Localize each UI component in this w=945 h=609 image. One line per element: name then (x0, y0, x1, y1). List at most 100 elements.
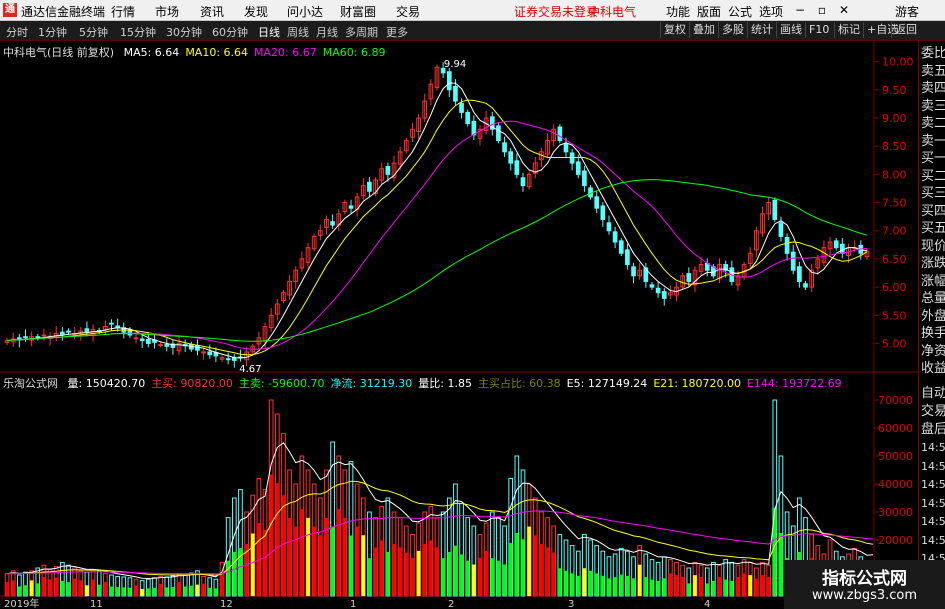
volume-tick-label: 20000 (878, 534, 913, 547)
period-15min[interactable]: 15分钟 (120, 24, 156, 40)
volume-e21-line (7, 480, 874, 576)
volume-tick-label: 40000 (878, 478, 913, 491)
price-tick-label: 9.50 (882, 84, 907, 97)
candle-body (84, 328, 90, 333)
period-5min[interactable]: 5分钟 (79, 24, 108, 40)
period-60min[interactable]: 60分钟 (212, 24, 248, 40)
volume-bar (779, 533, 783, 596)
btn-adjust[interactable]: 复权 (660, 22, 689, 38)
close-icon[interactable]: ✕ (834, 1, 854, 19)
volume-bar (478, 557, 482, 596)
btn-mark[interactable]: 标记 (834, 22, 863, 38)
time-tick-label: 1 (350, 599, 356, 609)
btn-draw[interactable]: 画线 (776, 22, 805, 38)
volume-bar (588, 570, 593, 596)
volume-bar (754, 578, 759, 596)
menu-wealth[interactable]: 财富圈 (340, 3, 376, 20)
volume-bar (48, 579, 52, 596)
menu-formula[interactable]: 公式 (728, 3, 752, 20)
candle-body (625, 249, 630, 266)
quote-field-label: 卖三 (921, 98, 945, 114)
candle-body (109, 322, 114, 325)
volume-bar (140, 589, 145, 596)
candle-body (606, 222, 612, 232)
volume-bar (521, 539, 525, 596)
app-title: 通达信金融终端 (21, 5, 106, 19)
volume-bar (742, 573, 746, 596)
period-multi[interactable]: 多周期 (345, 24, 378, 40)
volume-bar (134, 585, 138, 596)
volume-bar (484, 550, 488, 596)
candle-body (840, 243, 845, 254)
period-intraday[interactable]: 分时 (6, 24, 28, 40)
menu-news[interactable]: 资讯 (200, 3, 224, 20)
btn-overlay[interactable]: 叠加 (689, 22, 718, 38)
trade-login-notice[interactable]: 证券交易未登录 (514, 3, 598, 20)
menu-market[interactable]: 市场 (155, 3, 179, 20)
menu-function[interactable]: 功能 (666, 3, 690, 20)
volume-bar (373, 547, 378, 596)
candle-body (471, 120, 477, 136)
trade-time: 14:56 (921, 478, 945, 491)
volume-bar (269, 474, 274, 596)
time-tick-label: 4 (704, 599, 710, 609)
candle-body (207, 351, 213, 356)
period-monthly[interactable]: 月线 (316, 24, 338, 40)
menu-trade[interactable]: 交易 (396, 3, 420, 20)
volume-bar (232, 551, 237, 596)
candle-body (225, 358, 231, 361)
menu-discover[interactable]: 发现 (244, 3, 268, 20)
panel-tab-label[interactable]: 盘后 (921, 421, 945, 439)
ma5-line (7, 82, 867, 359)
volume-bar (607, 578, 611, 596)
user-guest[interactable]: 游客 (895, 3, 919, 20)
volume-e5-line (7, 442, 874, 580)
candle-body (563, 143, 569, 153)
trade-time: 14:56 (921, 515, 945, 528)
quote-field-label: 总量 (921, 291, 945, 306)
menu-quotes[interactable]: 行情 (111, 3, 135, 20)
candle-body (23, 336, 28, 339)
btn-multi-stock[interactable]: 多股 (718, 22, 747, 38)
volume-bar (465, 560, 470, 596)
volume-bar (576, 575, 581, 596)
volume-bar (600, 575, 605, 596)
volume-bar (508, 543, 513, 596)
kline-chart[interactable]: 10.00 9.50 9.00 8.50 8.00 7.50 7.00 6.50 6.00 5.5… (0, 41, 918, 609)
btn-stats[interactable]: 统计 (747, 22, 776, 38)
volume-bar (330, 526, 335, 596)
volume-bar (619, 574, 624, 596)
price-tick-label: 5.00 (882, 337, 907, 350)
panel-tab-label[interactable]: 自动 (921, 385, 945, 403)
volume-bar (300, 509, 304, 596)
btn-back[interactable]: 返回 (891, 22, 920, 38)
period-weekly[interactable]: 周线 (287, 24, 309, 40)
btn-f10[interactable]: F10 (805, 22, 832, 38)
candle-body (446, 71, 452, 91)
volume-bar (60, 580, 65, 596)
period-daily[interactable]: 日线 (258, 24, 280, 40)
candle-body (649, 284, 655, 288)
volume-bar (42, 576, 46, 596)
app-logo-icon: 通 (3, 3, 17, 17)
volume-bar (35, 583, 40, 596)
menu-ask[interactable]: 问小达 (287, 3, 323, 20)
volume-bar (379, 540, 384, 596)
ma60-line (7, 179, 868, 342)
period-more[interactable]: 更多 (386, 24, 408, 40)
volume-bar (545, 547, 550, 596)
menu-layout[interactable]: 版面 (697, 3, 721, 20)
period-30min[interactable]: 30分钟 (166, 24, 202, 40)
ma20-line (7, 120, 867, 350)
volume-bar (78, 580, 83, 596)
panel-tab-label[interactable]: 交易 (921, 403, 945, 421)
menu-options[interactable]: 选项 (759, 3, 783, 20)
restore-icon[interactable]: ▫ (812, 1, 832, 19)
volume-bar (613, 577, 617, 596)
minimize-icon[interactable]: − (790, 1, 810, 19)
volume-bar (195, 584, 200, 596)
candle-body (569, 152, 575, 164)
volume-bar (656, 580, 660, 596)
period-1min[interactable]: 1分钟 (38, 24, 67, 40)
volume-bar (459, 554, 464, 596)
